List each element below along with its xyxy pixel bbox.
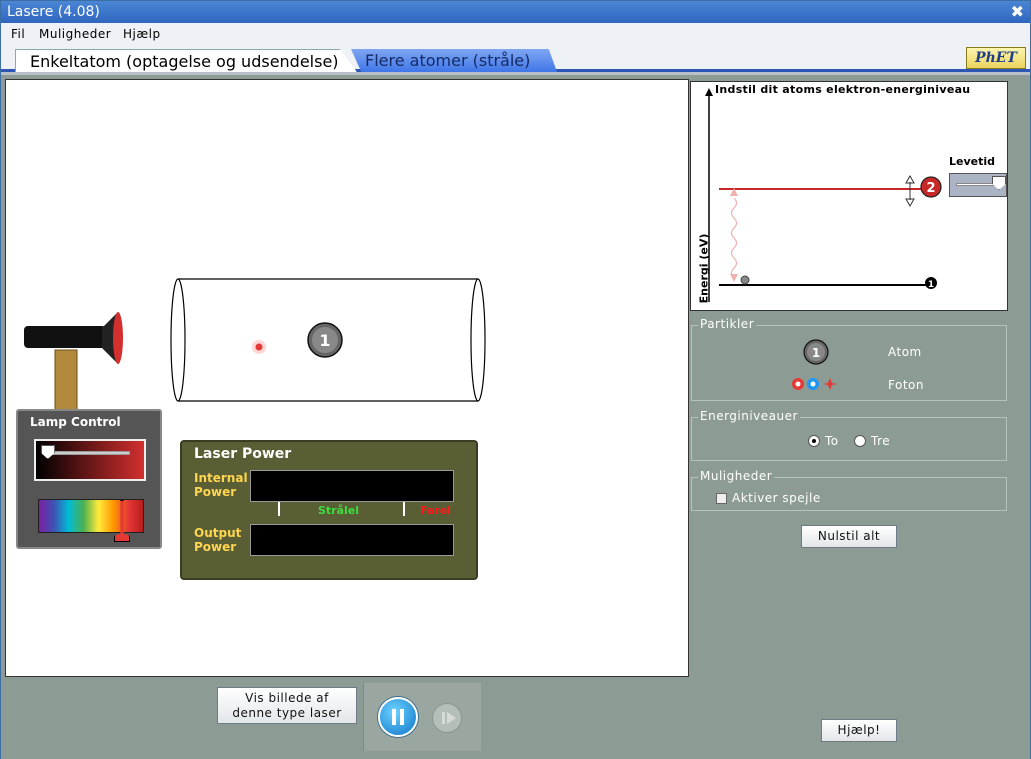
photon-star-icon	[823, 378, 837, 390]
show-laser-image-label-1: Vis billede af	[245, 691, 329, 705]
help-button[interactable]: Hjælp!	[821, 719, 897, 742]
atom-legend-label: Atom	[888, 345, 922, 359]
show-laser-image-button[interactable]: Vis billede af denne type laser	[217, 687, 357, 724]
photon-legend-label: Foton	[888, 378, 924, 392]
photon	[252, 340, 266, 354]
step-button[interactable]	[432, 703, 462, 733]
internal-power-label-1: Internal	[194, 471, 248, 485]
laser-power-title: Laser Power	[194, 446, 292, 462]
reset-all-button[interactable]: Nulstil alt	[801, 525, 897, 548]
menu-file[interactable]: Fil	[11, 27, 25, 41]
danger-label: Farel	[420, 504, 451, 517]
application-window: Lasere (4.08) ✖ Fil Muligheder Hjælp Enk…	[0, 0, 1031, 759]
danger-threshold-tick	[403, 502, 405, 516]
close-icon[interactable]: ✖	[1011, 2, 1024, 21]
beam-label: Strålel	[318, 504, 360, 517]
ground-level-number: 1	[928, 280, 934, 290]
atom-level-label: 1	[319, 331, 330, 350]
particles-legend-icons: 1	[792, 339, 837, 390]
radio-three-levels[interactable]	[854, 435, 866, 447]
particles-title: Partikler	[698, 317, 757, 331]
lifetime-slider[interactable]	[949, 173, 1007, 197]
particles-panel: Partikler 1 Atom Foton	[691, 317, 1007, 401]
simulation-drawing: 1	[24, 278, 486, 421]
atom: 1	[307, 322, 343, 358]
simulation-canvas: 1 Lamp Control Laser Power Internal Powe…	[5, 79, 689, 677]
menu-help[interactable]: Hjælp	[123, 27, 161, 41]
electron	[740, 275, 750, 285]
wavelength-slider[interactable]	[38, 499, 144, 542]
internal-power-meter	[250, 470, 454, 502]
radio-three-label[interactable]: Tre	[871, 434, 890, 448]
menu-bar: Fil Muligheder Hjælp	[1, 23, 1030, 45]
output-power-meter	[250, 524, 454, 556]
lamp-control: Lamp Control	[16, 409, 162, 549]
mirrors-label[interactable]: Aktiver spejle	[732, 491, 821, 505]
tab-bar: Enkeltatom (optagelse og udsendelse) Fle…	[1, 45, 1030, 72]
menu-options[interactable]: Muligheder	[39, 27, 111, 41]
atom-icon-number: 1	[812, 346, 820, 360]
mirrors-checkbox[interactable]	[716, 493, 727, 504]
energy-levels-title: Energiniveauer	[698, 409, 800, 423]
arrow-up-icon	[705, 88, 713, 96]
radio-selected-dot	[812, 439, 816, 443]
output-power-label-1: Output	[194, 526, 242, 540]
lamp-control-title: Lamp Control	[30, 415, 121, 429]
energy-axis-label: Energi (eV)	[697, 233, 711, 304]
radio-two-levels[interactable]	[808, 435, 820, 447]
main-content: 1 Lamp Control Laser Power Internal Powe…	[1, 75, 1030, 759]
phet-logo[interactable]: PhET	[966, 47, 1026, 69]
options-title: Muligheder	[698, 469, 775, 483]
lifetime-slider-thumb[interactable]	[992, 176, 1006, 190]
excited-level-number: 2	[926, 181, 935, 196]
excited-level-handle[interactable]	[905, 174, 915, 208]
beam-threshold-tick	[278, 502, 280, 516]
options-panel: Muligheder Aktiver spejle	[691, 469, 1007, 511]
playback-controls	[363, 683, 481, 751]
title-bar: Lasere (4.08) ✖	[1, 1, 1030, 23]
laser-power-panel: Laser Power Internal Power Strålel Farel…	[180, 440, 478, 580]
window-title: Lasere (4.08)	[7, 4, 100, 20]
wavelength-marker[interactable]	[114, 500, 130, 542]
lamp	[24, 312, 123, 421]
output-power-label-2: Power	[194, 540, 237, 554]
energy-diagram: Indstil dit atoms elektron-energiniveau …	[690, 81, 1008, 311]
intensity-slider-thumb[interactable]	[40, 445, 55, 459]
pause-icon	[392, 709, 396, 725]
step-icon	[442, 712, 445, 724]
tab-multiple-atoms[interactable]: Flere atomer (stråle)	[351, 49, 557, 72]
show-laser-image-label-2: denne type laser	[232, 706, 342, 720]
lifetime-label: Levetid	[949, 155, 996, 168]
tab-single-atom[interactable]: Enkeltatom (optagelse og udsendelse)	[15, 49, 357, 72]
radio-two-label[interactable]: To	[825, 434, 839, 448]
intensity-slider[interactable]	[34, 439, 146, 481]
pause-button[interactable]	[378, 697, 418, 737]
energy-levels-panel: Energiniveauer To Tre	[691, 409, 1007, 461]
internal-power-label-2: Power	[194, 485, 237, 499]
photon-wave-icon	[730, 197, 738, 279]
